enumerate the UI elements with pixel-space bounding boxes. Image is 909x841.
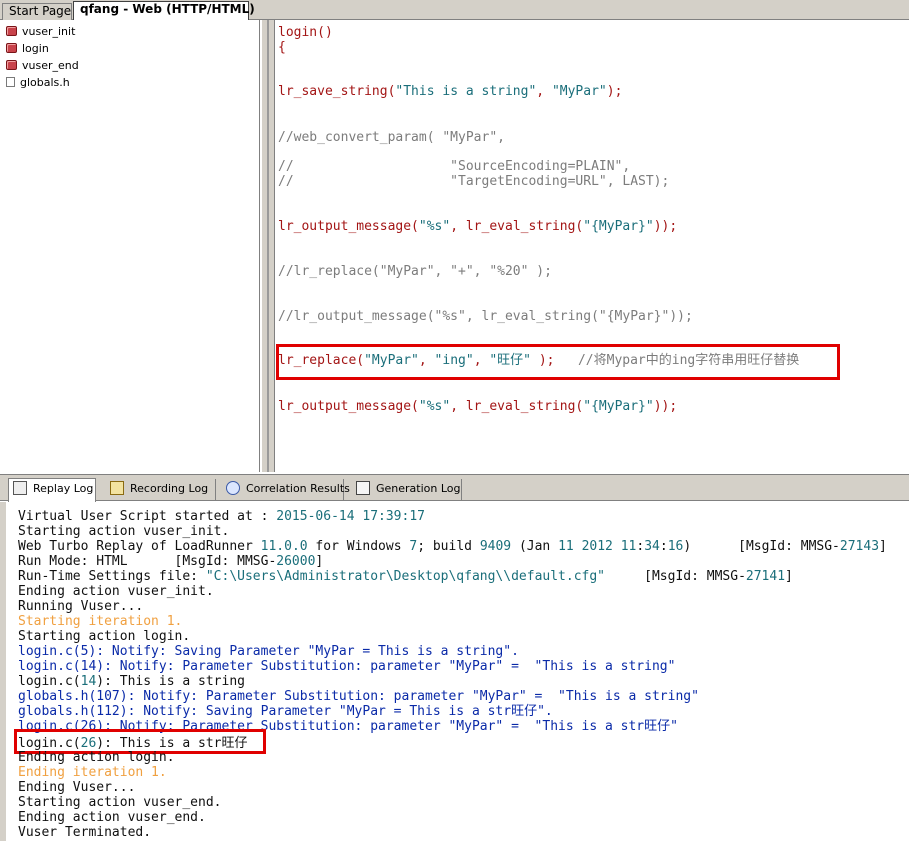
code-line-save-string: lr_save_string("This is a string", "MyPa… [278,84,623,99]
tree-item-login[interactable]: login [6,41,49,57]
code-editor[interactable]: login() { lr_save_string("This is a stri… [276,20,909,472]
output-tab-bar: Replay Log Recording Log Correlation Res… [0,474,909,502]
tree-item-globals-h[interactable]: globals.h [6,75,70,91]
log-line: Vuser Terminated. [18,825,152,840]
tab-label: Recording Log [130,482,209,495]
code-line-output-message: lr_output_message("%s", lr_eval_string("… [278,219,678,234]
log-line: Ending iteration 1. [18,765,167,780]
replay-log-icon [13,481,27,495]
tree-item-label: login [22,42,49,55]
code-comment: // "TargetEncoding=URL", LAST); [278,174,670,189]
tab-qfang-script[interactable]: qfang - Web (HTTP/HTML) [73,1,255,20]
code-comment: //lr_replace("MyPar", "+", "%20" ); [278,264,552,279]
highlight-box [276,344,840,380]
tab-label: Replay Log [33,482,94,495]
log-line: globals.h(107): Notify: Parameter Substi… [18,689,699,704]
log-line: Running Vuser... [18,599,144,614]
tab-recording-log[interactable]: Recording Log [106,479,216,501]
code-line: login() [278,25,333,40]
code-comment: //lr_output_message("%s", lr_eval_string… [278,309,693,324]
log-line: Ending action vuser_end. [18,810,206,825]
tab-label: Generation Log [376,482,461,495]
recording-log-icon [110,481,124,495]
log-line: Starting action login. [18,629,191,644]
log-line: Ending action login. [18,750,175,765]
action-icon [6,26,17,36]
code-comment: //web_convert_param( "MyPar", [278,130,505,145]
tab-start-page[interactable]: Start Page [2,3,72,20]
log-line: login.c(5): Notify: Saving Parameter "My… [18,644,519,659]
tree-item-vuser-init[interactable]: vuser_init [6,24,75,40]
header-file-icon [6,77,15,87]
tree-item-vuser-end[interactable]: vuser_end [6,58,79,74]
tree-item-label: vuser_end [22,59,79,72]
script-tree: vuser_init login vuser_end globals.h [0,20,260,472]
log-line: Ending Vuser... [18,780,136,795]
tab-correlation-results[interactable]: Correlation Results [222,479,350,501]
log-line: Run Mode: HTML [MsgId: MMSG-26000] [18,554,324,569]
log-line: globals.h(112): Notify: Saving Parameter… [18,704,553,719]
log-line: Virtual User Script started at : 2015-06… [18,509,425,524]
log-line: Run-Time Settings file: "C:\Users\Admini… [18,569,793,584]
tab-generation-log[interactable]: Generation Log [352,479,462,501]
tree-item-label: globals.h [20,76,70,89]
log-line: login.c(14): Notify: Parameter Substitut… [18,659,676,674]
tab-label: Correlation Results [246,482,350,495]
log-line: Ending action vuser_init. [18,584,214,599]
code-line-output-message: lr_output_message("%s", lr_eval_string("… [278,399,678,414]
code-line: { [278,40,286,55]
tree-item-label: vuser_init [22,25,76,38]
pane-splitter[interactable] [261,20,275,472]
log-line: Starting action vuser_init. [18,524,230,539]
tab-replay-log[interactable]: Replay Log [8,478,96,502]
log-line: Starting action vuser_end. [18,795,222,810]
document-tab-bar: Start Page qfang - Web (HTTP/HTML) [0,0,909,20]
action-icon [6,60,17,70]
correlation-icon [226,481,240,495]
log-line: Starting iteration 1. [18,614,183,629]
replay-log-output[interactable]: Virtual User Script started at : 2015-06… [0,502,909,841]
code-comment: // "SourceEncoding=PLAIN", [278,159,631,174]
generation-log-icon [356,481,370,495]
log-line: Web Turbo Replay of LoadRunner 11.0.0 fo… [18,539,887,554]
log-line: login.c(14): This is a string [18,674,245,689]
action-icon [6,43,17,53]
